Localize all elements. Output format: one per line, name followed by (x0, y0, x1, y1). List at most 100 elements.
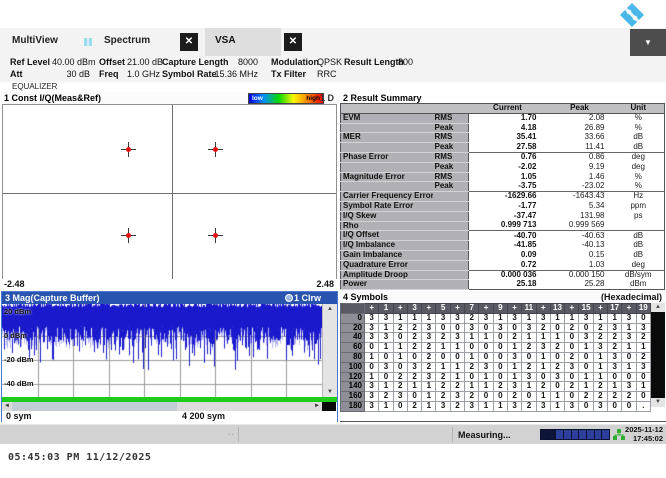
symbol-cell: 3 (450, 392, 464, 402)
symbols-titlebar[interactable]: 4 Symbols (Hexadecimal) (340, 291, 665, 303)
tab-multiview[interactable]: MultiView (12, 35, 58, 46)
scroll-left-icon[interactable]: ◄ (2, 402, 12, 411)
symbol-cell: 1 (593, 362, 607, 372)
table-cell (433, 270, 469, 280)
measuring-progress-bar (540, 429, 610, 440)
symbol-cell: 1 (479, 401, 493, 411)
symbol-cell: 2 (465, 362, 479, 372)
row-index-label: 120 (341, 372, 365, 382)
symbol-cell: 0 (436, 352, 450, 362)
symbol-cell: 0 (365, 362, 379, 372)
table-cell (341, 162, 433, 172)
scrollbar-corner-box (322, 402, 336, 411)
symbol-cell: 0 (579, 352, 593, 362)
progress-segment (572, 430, 579, 439)
symbol-cell: 0 (393, 401, 407, 411)
table-cell: 25.28 (547, 280, 613, 290)
y-axis-tick-label: 20 dBm (4, 307, 31, 316)
close-vsa-button[interactable]: ✕ (284, 33, 302, 51)
symbol-cell: 0 (579, 401, 593, 411)
scroll-down-icon[interactable]: ▼ (323, 387, 337, 397)
table-row: Phase ErrorRMS0.760.86deg (341, 152, 665, 162)
symbol-cell: 0 (479, 352, 493, 362)
capture-horizontal-scrollbar[interactable]: ◄ ► (2, 402, 322, 411)
symbol-cell: 3 (422, 333, 436, 343)
window-menu-button[interactable]: ▼ (630, 29, 666, 56)
symbol-cell: 2 (593, 333, 607, 343)
progress-segment (549, 430, 556, 439)
constellation-point (121, 142, 136, 157)
symbols-vertical-scrollbar[interactable]: ▲ ▼ (651, 303, 665, 407)
header-field-label: Result Length (344, 57, 404, 67)
symbol-cell: 1 (422, 382, 436, 392)
table-cell: -41.85 (469, 241, 547, 251)
table-cell: dBm (613, 280, 665, 290)
meas-point-dot (213, 147, 218, 152)
symbol-cell: 2 (436, 382, 450, 392)
symbols-header-row: +1+3+5+7+9+11+13+15+17+19 (341, 304, 651, 314)
scroll-up-icon[interactable]: ▲ (651, 303, 665, 312)
symbol-cell: 2 (465, 392, 479, 402)
close-spectrum-button[interactable]: ✕ (180, 33, 198, 51)
symbol-cell: 1 (593, 313, 607, 323)
symbol-cell: 2 (608, 392, 622, 402)
progress-segment (556, 430, 563, 439)
column-header: 7 (465, 304, 479, 314)
multiview-icon (84, 38, 92, 46)
symbol-cell: 1 (379, 401, 393, 411)
symbol-cell: 3 (608, 323, 622, 333)
meas-point-dot (126, 147, 131, 152)
table-cell (433, 201, 469, 211)
scroll-down-icon[interactable]: ▼ (651, 398, 665, 407)
column-header: 19 (636, 304, 650, 314)
symbol-cell: 2 (522, 343, 536, 353)
table-cell: deg (613, 260, 665, 270)
table-cell: -1643.43 (547, 192, 613, 202)
scroll-up-icon[interactable]: ▲ (323, 304, 337, 314)
colorbar-high-label: high (306, 95, 320, 102)
table-cell: 0.000 150 (547, 270, 613, 280)
colorbar-gradient: low high (248, 93, 324, 104)
scrollbar-thumb[interactable] (12, 402, 177, 411)
symbol-cell: 3 (536, 343, 550, 353)
symbol-cell: 3 (436, 313, 450, 323)
scrollbar-thumb[interactable] (651, 312, 665, 398)
symbol-cell: 0 (536, 372, 550, 382)
tab-vsa[interactable]: VSA (205, 28, 281, 56)
column-header: + (422, 304, 436, 314)
column-header: + (593, 304, 607, 314)
table-cell: -37.47 (469, 211, 547, 221)
symbol-cell: 3 (465, 401, 479, 411)
symbol-cell: 1 (536, 392, 550, 402)
tab-spectrum[interactable]: Spectrum (104, 35, 150, 46)
symbols-row: 2031223003030320202313 (341, 323, 651, 333)
const-iq-titlebar[interactable]: 1 Const I/Q(Meas&Ref) low high 1 D (1, 92, 338, 104)
table-cell: 26.89 (547, 123, 613, 133)
symbol-cell: 3 (593, 401, 607, 411)
table-row: Peak-3.75-23.02% (341, 182, 665, 192)
table-cell (341, 143, 433, 153)
scroll-right-icon[interactable]: ► (312, 402, 322, 411)
symbol-cell: 3 (422, 323, 436, 333)
symbol-cell: 1 (379, 323, 393, 333)
y-axis-tick-label: -40 dBm (4, 379, 34, 388)
symbol-cell: 1 (393, 343, 407, 353)
symbol-cell: 2 (465, 313, 479, 323)
column-header: Current (469, 104, 547, 114)
symbol-cell: 3 (507, 352, 521, 362)
symbol-cell: 3 (507, 401, 521, 411)
result-summary-table: CurrentPeakUnitEVMRMS1.702.08%Peak4.1826… (340, 103, 665, 290)
table-row: Power25.1825.28dBm (341, 280, 665, 290)
symbol-cell: 0 (493, 352, 507, 362)
symbol-cell: 0 (465, 372, 479, 382)
symbol-cell: 3 (622, 333, 636, 343)
header-field-value: 15.36 MHz (196, 69, 258, 79)
symbol-cell: 0 (479, 323, 493, 333)
symbol-cell: 2 (565, 323, 579, 333)
table-cell (433, 221, 469, 231)
column-header: + (365, 304, 379, 314)
table-cell: EVM (341, 113, 433, 123)
symbol-cell: 1 (436, 362, 450, 372)
capture-vertical-scrollbar[interactable]: ▲ ▼ (322, 304, 337, 397)
capture-buffer-titlebar[interactable]: 3 Mag(Capture Buffer) 1 Clrw (2, 292, 337, 304)
